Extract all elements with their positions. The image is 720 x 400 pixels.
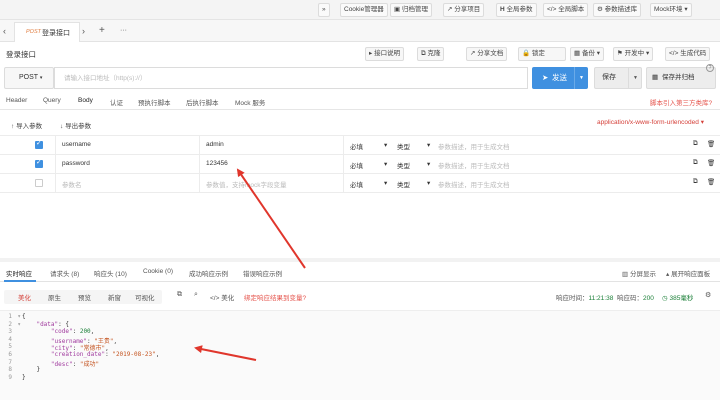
annotation-arrow — [236, 168, 306, 269]
annotation-arrows — [194, 168, 306, 361]
annotation-arrow — [194, 345, 257, 361]
